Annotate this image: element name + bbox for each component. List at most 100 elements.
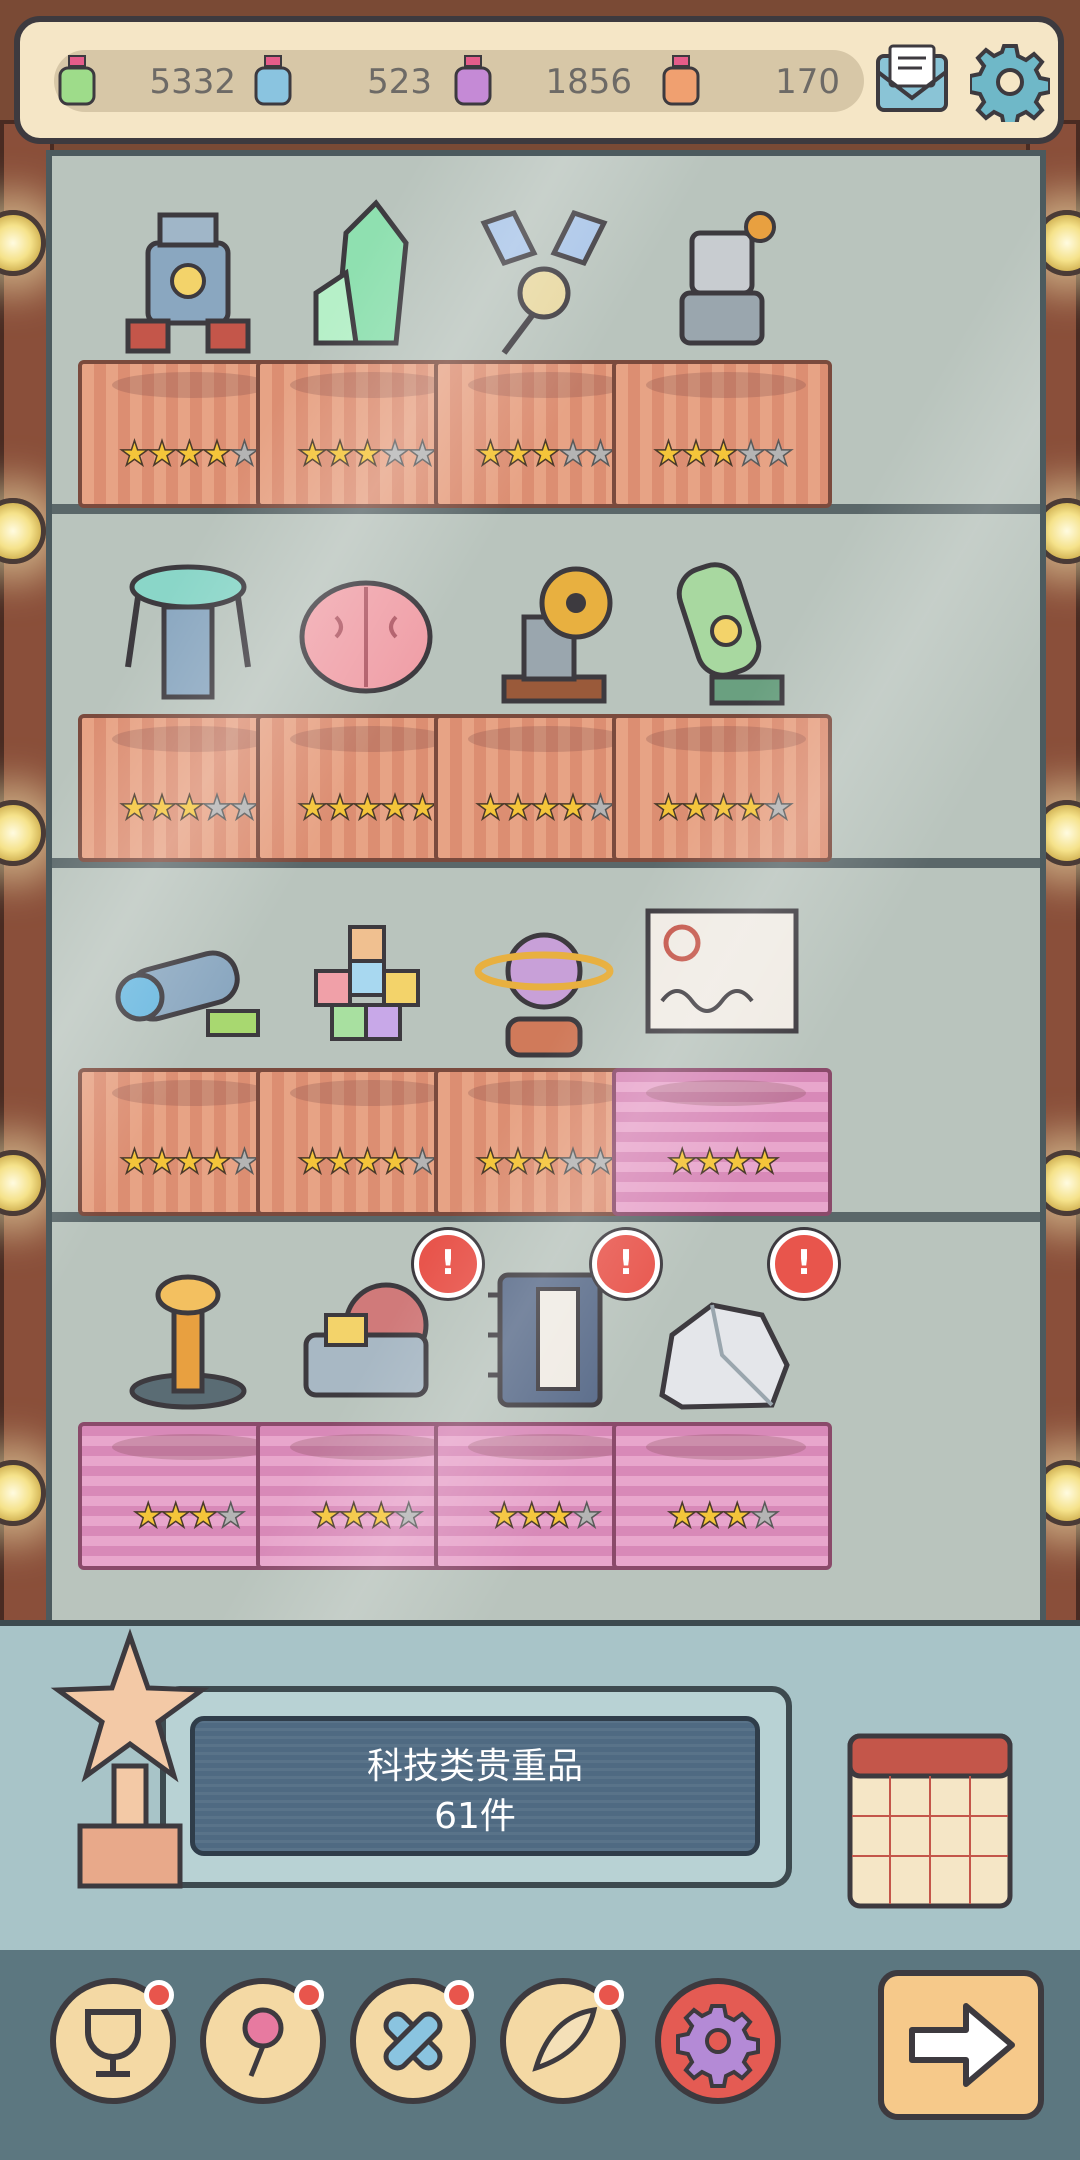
star-filled-icon: ★ (749, 1141, 781, 1183)
star-filled-icon: ★ (721, 1141, 753, 1183)
star-filled-icon: ★ (666, 1495, 698, 1537)
star-empty-icon: ★ (571, 1495, 603, 1537)
item-shadow (112, 1434, 272, 1460)
star-rating: ★★★★ (616, 1495, 828, 1537)
desk: 科技类贵重品 61件 (0, 1620, 1080, 1956)
star-filled-icon: ★ (529, 787, 561, 829)
star-filled-icon: ★ (173, 787, 205, 829)
star-filled-icon: ★ (201, 1141, 233, 1183)
nuclear-device-icon (501, 566, 613, 704)
star-empty-icon: ★ (749, 1495, 781, 1537)
star-trophy-icon[interactable] (50, 1616, 210, 1906)
star-filled-icon: ★ (707, 787, 739, 829)
star-filled-icon: ★ (351, 787, 383, 829)
star-filled-icon: ★ (324, 787, 356, 829)
nav-feather-button[interactable] (500, 1978, 626, 2104)
star-empty-icon: ★ (584, 787, 616, 829)
star-filled-icon: ★ (735, 787, 767, 829)
item-shadow (112, 1080, 272, 1106)
star-empty-icon: ★ (228, 787, 260, 829)
star-filled-icon: ★ (351, 433, 383, 475)
crystal-icon (313, 199, 409, 346)
star-filled-icon: ★ (475, 1141, 507, 1183)
item-shadow (646, 1080, 806, 1106)
item-shadow (468, 726, 628, 752)
resource-value: 170 (775, 62, 840, 102)
star-rating: ★★★★★ (616, 433, 828, 475)
star-filled-icon: ★ (557, 787, 589, 829)
nav-gear-button[interactable] (655, 1978, 781, 2104)
star-filled-icon: ★ (694, 1495, 726, 1537)
star-filled-icon: ★ (475, 787, 507, 829)
item-shadow (290, 726, 450, 752)
star-filled-icon: ★ (721, 1495, 753, 1537)
star-filled-icon: ★ (653, 787, 685, 829)
display-cloth: ★★★★★ (612, 360, 832, 508)
mech-robot-icon (679, 211, 776, 346)
star-filled-icon: ★ (173, 433, 205, 475)
collection-item-radioactive-canister[interactable]: ★★★★★ (612, 532, 832, 862)
star-filled-icon: ★ (173, 1141, 205, 1183)
teleporter-icon (125, 564, 251, 700)
star-filled-icon: ★ (694, 1141, 726, 1183)
nav-trophy-button[interactable] (50, 1978, 176, 2104)
star-filled-icon: ★ (379, 1141, 411, 1183)
gear-icon (676, 2004, 760, 2088)
star-filled-icon: ★ (707, 433, 739, 475)
resource-bar: 5332 523 1856 170 (14, 16, 1064, 144)
cube-pile-icon (314, 925, 420, 1041)
collection-item-ore-rock[interactable]: ★★★★! (612, 1230, 838, 1570)
star-filled-icon: ★ (666, 1141, 698, 1183)
next-page-button[interactable] (878, 1970, 1044, 2120)
star-empty-icon: ★ (379, 433, 411, 475)
star-filled-icon: ★ (502, 787, 534, 829)
nav-rose-button[interactable] (200, 1978, 326, 2104)
star-filled-icon: ★ (160, 1495, 192, 1537)
mail-icon[interactable] (872, 42, 952, 122)
star-empty-icon: ★ (406, 1141, 438, 1183)
item-shadow (468, 1434, 628, 1460)
item-shadow (646, 372, 806, 398)
star-filled-icon: ★ (475, 433, 507, 475)
item-shadow (290, 372, 450, 398)
star-empty-icon: ★ (557, 433, 589, 475)
orange-potion-icon (662, 55, 700, 106)
display-cloth: ★★★★ (612, 1068, 832, 1216)
item-shadow (468, 372, 628, 398)
calendar-icon[interactable] (840, 1716, 1020, 1916)
notification-dot (594, 1980, 624, 2010)
resource-pill: 5332 523 1856 170 (54, 50, 864, 112)
star-filled-icon: ★ (297, 1141, 329, 1183)
star-empty-icon: ★ (762, 433, 794, 475)
star-filled-icon: ★ (543, 1495, 575, 1537)
item-shadow (112, 372, 272, 398)
star-filled-icon: ★ (132, 1495, 164, 1537)
notification-dot (294, 1980, 324, 2010)
star-filled-icon: ★ (502, 433, 534, 475)
star-filled-icon: ★ (187, 1495, 219, 1537)
resource-value: 1856 (545, 62, 632, 102)
alert-badge[interactable]: ! (770, 1230, 838, 1298)
collection-item-dna-document[interactable]: ★★★★ (612, 886, 832, 1216)
star-filled-icon: ★ (529, 433, 561, 475)
star-filled-icon: ★ (146, 787, 178, 829)
category-count: 61件 (434, 1796, 516, 1837)
star-empty-icon: ★ (228, 1141, 260, 1183)
star-filled-icon: ★ (297, 787, 329, 829)
nav-bandage-button[interactable] (350, 1978, 476, 2104)
notification-dot (444, 1980, 474, 2010)
star-filled-icon: ★ (119, 787, 151, 829)
star-empty-icon: ★ (393, 1495, 425, 1537)
arrow-right-icon (909, 2003, 1015, 2087)
star-empty-icon: ★ (201, 787, 233, 829)
robot-icon (125, 212, 251, 354)
collection-item-mech-robot[interactable]: ★★★★★ (612, 178, 832, 508)
gear-icon[interactable] (970, 42, 1050, 122)
star-empty-icon: ★ (406, 433, 438, 475)
star-filled-icon: ★ (119, 433, 151, 475)
star-filled-icon: ★ (297, 433, 329, 475)
star-empty-icon: ★ (584, 433, 616, 475)
star-filled-icon: ★ (338, 1495, 370, 1537)
star-filled-icon: ★ (201, 433, 233, 475)
star-filled-icon: ★ (324, 433, 356, 475)
